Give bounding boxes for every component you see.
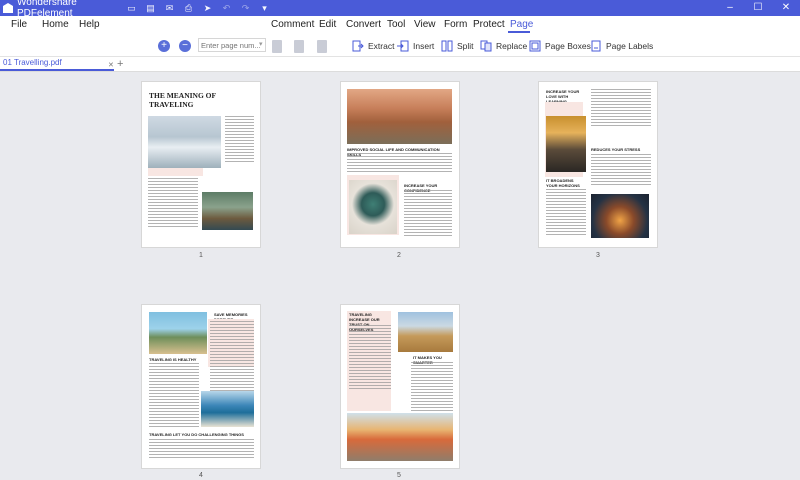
page-boxes-button[interactable]: Page Boxes — [529, 38, 591, 54]
extract-icon — [352, 40, 364, 52]
share-icon[interactable]: ➤ — [198, 3, 217, 14]
menu-help[interactable]: Help — [79, 19, 100, 30]
menu-file[interactable]: File — [11, 19, 27, 30]
insert-icon — [397, 40, 409, 52]
split-button[interactable]: Split — [441, 38, 474, 54]
page-heading: THE MEANING OF TRAVELING — [149, 91, 216, 109]
page-toolbar: + − Extract Insert Split Replace Page Bo… — [0, 34, 800, 57]
page-heading: TRAVELING IS HEALTHY — [149, 357, 197, 362]
page-labels-button[interactable]: Page Labels — [590, 38, 653, 54]
page-image — [349, 180, 397, 234]
replace-label: Replace — [496, 41, 528, 51]
insert-button[interactable]: Insert — [397, 38, 434, 54]
save-icon[interactable]: ▤ — [141, 3, 160, 14]
page-boxes-label: Page Boxes — [545, 41, 591, 51]
page-number-label: 1 — [199, 252, 203, 259]
page-number-dropdown-icon[interactable]: ▾ — [259, 40, 263, 48]
page-image — [347, 89, 452, 144]
page-labels-label: Page Labels — [606, 41, 654, 51]
page-thumbnail-5[interactable]: TRAVELING INCREASE OUR TRUST ON OURSELVE… — [341, 305, 459, 468]
minimize-button[interactable]: – — [716, 0, 744, 16]
page-heading: REDUCES YOUR STRESS — [591, 147, 641, 152]
undo-icon[interactable]: ↶ — [217, 3, 236, 14]
replace-button[interactable]: Replace — [480, 38, 527, 54]
customize-dropdown-icon[interactable]: ▾ — [255, 3, 274, 14]
replace-icon — [480, 40, 492, 52]
page-labels-icon — [591, 40, 601, 52]
menu-page[interactable]: Page — [510, 19, 533, 30]
page-number-input[interactable] — [198, 38, 266, 52]
menu-home[interactable]: Home — [42, 19, 69, 30]
menu-protect[interactable]: Protect — [473, 19, 505, 30]
menu-view[interactable]: View — [414, 19, 436, 30]
page-image — [201, 391, 254, 427]
page-number-label: 3 — [596, 252, 600, 259]
menu-comment[interactable]: Comment — [271, 19, 314, 30]
extract-label: Extract — [368, 41, 395, 51]
tab-document[interactable]: 01 Travelling.pdf — [0, 57, 114, 71]
page-image — [591, 194, 649, 238]
open-folder-icon[interactable]: ▭ — [122, 3, 141, 14]
insert-label: Insert — [413, 41, 435, 51]
menu-tool[interactable]: Tool — [387, 19, 405, 30]
page-number-label: 4 — [199, 472, 203, 479]
page-image — [546, 116, 586, 172]
page-thumbnail-4[interactable]: SAVE MEMORIES FOREVER TRAVELING IS HEALT… — [142, 305, 260, 468]
menu-bar: File Home Help Comment Edit Convert Tool… — [0, 16, 800, 34]
close-button[interactable]: ✕ — [772, 0, 800, 16]
page-number-label: 2 — [397, 252, 401, 259]
split-icon — [441, 40, 453, 52]
rotate-right-icon[interactable] — [294, 39, 304, 53]
active-menu-indicator — [508, 31, 530, 33]
page-image — [398, 312, 453, 352]
app-logo-icon — [3, 3, 13, 13]
email-icon[interactable]: ✉ — [160, 3, 179, 14]
close-tab-icon[interactable]: ✕ — [108, 61, 114, 69]
zoom-out-icon[interactable]: − — [179, 40, 191, 52]
vertical-scrollbar[interactable] — [794, 72, 800, 480]
menu-convert[interactable]: Convert — [346, 19, 381, 30]
zoom-in-icon[interactable]: + — [158, 40, 170, 52]
delete-page-icon[interactable] — [317, 39, 327, 53]
page-heading: IT BROADENS YOUR HORIZONS — [546, 178, 580, 188]
menu-edit[interactable]: Edit — [319, 19, 336, 30]
page-image — [347, 413, 453, 461]
extract-button[interactable]: Extract — [352, 38, 394, 54]
page-boxes-icon — [529, 40, 541, 52]
split-label: Split — [457, 41, 474, 51]
title-bar: Wondershare PDFelement ▭ ▤ ✉ ⎙ ➤ ↶ ↷ ▾ –… — [0, 0, 800, 19]
new-tab-icon[interactable]: + — [117, 58, 123, 70]
page-image — [149, 312, 207, 354]
page-heading: TRAVELING LET YOU DO CHALLENGING THINGS — [149, 432, 244, 437]
redo-icon[interactable]: ↷ — [236, 3, 255, 14]
page-number-label: 5 — [397, 472, 401, 479]
page-image — [202, 192, 253, 230]
page-thumbnail-2[interactable]: IMPROVED SOCIAL LIFE AND COMMUNICATION S… — [341, 82, 459, 247]
page-thumbnail-3[interactable]: INCREASE YOUR LOVE WITH LEARNING REDUCES… — [539, 82, 657, 247]
page-image — [148, 116, 221, 168]
menu-form[interactable]: Form — [444, 19, 467, 30]
rotate-left-icon[interactable] — [272, 39, 282, 53]
print-icon[interactable]: ⎙ — [179, 3, 198, 14]
page-thumbnail-1[interactable]: THE MEANING OF TRAVELING — [142, 82, 260, 247]
maximize-button[interactable]: ☐ — [744, 0, 772, 16]
